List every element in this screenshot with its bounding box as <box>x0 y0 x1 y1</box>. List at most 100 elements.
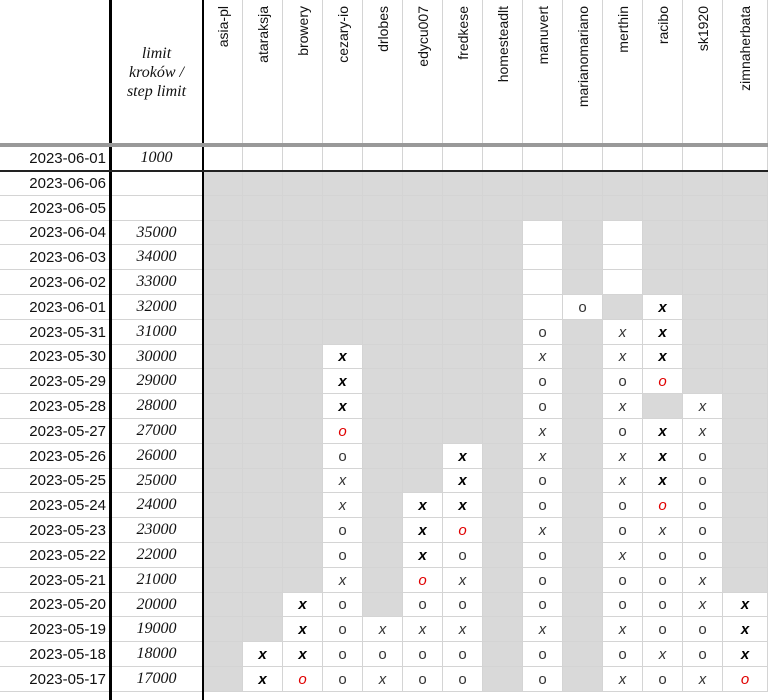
status-cell-marianomariano[interactable] <box>563 171 603 196</box>
date-cell[interactable]: 2023-05-31 <box>0 320 111 345</box>
summary-cell[interactable] <box>283 146 323 171</box>
status-cell-racibo[interactable]: o <box>643 667 683 692</box>
status-cell-racibo[interactable]: x <box>643 518 683 543</box>
status-cell-drlobes[interactable]: x <box>363 617 403 642</box>
status-cell-cezary-io[interactable]: o <box>323 419 363 444</box>
status-cell-marianomariano[interactable] <box>563 667 603 692</box>
status-cell-browery[interactable]: x <box>283 617 323 642</box>
status-cell-racibo[interactable] <box>643 394 683 419</box>
status-cell-drlobes[interactable] <box>363 568 403 593</box>
status-cell-ataraksja[interactable] <box>243 444 283 469</box>
limit-cell[interactable]: 27000 <box>111 419 203 444</box>
status-cell-cezary-io[interactable] <box>323 295 363 320</box>
status-cell-drlobes[interactable] <box>363 345 403 369</box>
date-cell[interactable]: 2023-05-26 <box>0 444 111 469</box>
status-cell-homesteadlt[interactable] <box>483 345 523 369</box>
summary-cell[interactable] <box>323 146 363 171</box>
status-cell-fredkese[interactable]: o <box>443 518 483 543</box>
summary-cell[interactable] <box>643 146 683 171</box>
status-cell-edycu007[interactable] <box>403 345 443 369</box>
status-cell-asia-pl[interactable] <box>203 642 243 667</box>
date-cell[interactable]: 2023-05-18 <box>0 642 111 667</box>
status-cell-sk1920[interactable]: x <box>683 667 723 692</box>
status-cell-marianomariano[interactable] <box>563 320 603 345</box>
status-cell-sk1920[interactable]: x <box>683 568 723 593</box>
status-cell-merthin[interactable]: o <box>603 642 643 667</box>
status-cell-manuvert[interactable]: o <box>523 369 563 394</box>
status-cell-merthin[interactable]: o <box>603 518 643 543</box>
status-cell-asia-pl[interactable] <box>203 221 243 245</box>
status-cell-drlobes[interactable] <box>363 469 403 493</box>
status-cell-fredkese[interactable]: x <box>443 469 483 493</box>
date-cell[interactable]: 2023-05-22 <box>0 543 111 568</box>
status-cell-drlobes[interactable] <box>363 444 403 469</box>
summary-cell[interactable] <box>683 146 723 171</box>
status-cell-racibo[interactable]: o <box>643 493 683 518</box>
date-cell[interactable]: 2023-05-21 <box>0 568 111 593</box>
date-cell[interactable]: 2023-06-02 <box>0 270 111 295</box>
status-cell-marianomariano[interactable] <box>563 345 603 369</box>
status-cell-sk1920[interactable]: o <box>683 518 723 543</box>
status-cell-homesteadlt[interactable] <box>483 518 523 543</box>
status-cell-cezary-io[interactable]: o <box>323 617 363 642</box>
status-cell-racibo[interactable]: o <box>643 617 683 642</box>
status-cell-asia-pl[interactable] <box>203 493 243 518</box>
status-cell-drlobes[interactable] <box>363 419 403 444</box>
status-cell-homesteadlt[interactable] <box>483 617 523 642</box>
status-cell-homesteadlt[interactable] <box>483 469 523 493</box>
status-cell-ataraksja[interactable] <box>243 568 283 593</box>
status-cell-edycu007[interactable] <box>403 245 443 270</box>
status-cell-drlobes[interactable] <box>363 518 403 543</box>
date-cell[interactable]: 2023-05-27 <box>0 419 111 444</box>
status-cell-browery[interactable] <box>283 345 323 369</box>
status-cell-cezary-io[interactable] <box>323 320 363 345</box>
summary-cell[interactable] <box>483 146 523 171</box>
summary-cell[interactable] <box>243 146 283 171</box>
limit-cell[interactable]: 21000 <box>111 568 203 593</box>
status-cell-zimnaherbata[interactable] <box>723 369 768 394</box>
status-cell-merthin[interactable] <box>603 270 643 295</box>
status-cell-marianomariano[interactable] <box>563 369 603 394</box>
status-cell-browery[interactable]: o <box>283 667 323 692</box>
status-cell-marianomariano[interactable] <box>563 518 603 543</box>
status-cell-marianomariano[interactable] <box>563 642 603 667</box>
status-cell-marianomariano[interactable] <box>563 245 603 270</box>
status-cell-racibo[interactable]: x <box>643 295 683 320</box>
status-cell-fredkese[interactable] <box>443 295 483 320</box>
status-cell-ataraksja[interactable] <box>243 295 283 320</box>
status-cell-manuvert[interactable]: o <box>523 394 563 419</box>
status-cell-sk1920[interactable] <box>683 171 723 196</box>
status-cell-ataraksja[interactable] <box>243 270 283 295</box>
status-cell-marianomariano[interactable] <box>563 617 603 642</box>
status-cell-marianomariano[interactable] <box>563 593 603 617</box>
status-cell-sk1920[interactable] <box>683 196 723 221</box>
status-cell-browery[interactable] <box>283 469 323 493</box>
status-cell-sk1920[interactable] <box>683 270 723 295</box>
status-cell-ataraksja[interactable] <box>243 171 283 196</box>
status-cell-ataraksja[interactable]: x <box>243 667 283 692</box>
date-cell[interactable]: 2023-06-03 <box>0 245 111 270</box>
status-cell-cezary-io[interactable] <box>323 221 363 245</box>
status-cell-drlobes[interactable] <box>363 245 403 270</box>
limit-cell[interactable]: 19000 <box>111 617 203 642</box>
status-cell-ataraksja[interactable] <box>243 394 283 419</box>
status-cell-cezary-io[interactable]: x <box>323 493 363 518</box>
status-cell-asia-pl[interactable] <box>203 543 243 568</box>
date-cell[interactable]: 2023-05-28 <box>0 394 111 419</box>
corner-cell[interactable] <box>0 0 111 146</box>
status-cell-ataraksja[interactable] <box>243 617 283 642</box>
status-cell-drlobes[interactable] <box>363 171 403 196</box>
status-cell-zimnaherbata[interactable] <box>723 270 768 295</box>
status-cell-ataraksja[interactable] <box>243 593 283 617</box>
limit-header[interactable]: limit kroków / step limit <box>111 0 203 146</box>
status-cell-sk1920[interactable] <box>683 221 723 245</box>
status-cell-merthin[interactable]: x <box>603 667 643 692</box>
limit-cell[interactable]: 25000 <box>111 469 203 493</box>
status-cell-browery[interactable] <box>283 394 323 419</box>
status-cell-edycu007[interactable]: x <box>403 493 443 518</box>
column-header-ataraksja[interactable]: ataraksja <box>243 0 283 146</box>
status-cell-fredkese[interactable] <box>443 196 483 221</box>
status-cell-fredkese[interactable] <box>443 419 483 444</box>
status-cell-asia-pl[interactable] <box>203 345 243 369</box>
status-cell-browery[interactable] <box>283 295 323 320</box>
